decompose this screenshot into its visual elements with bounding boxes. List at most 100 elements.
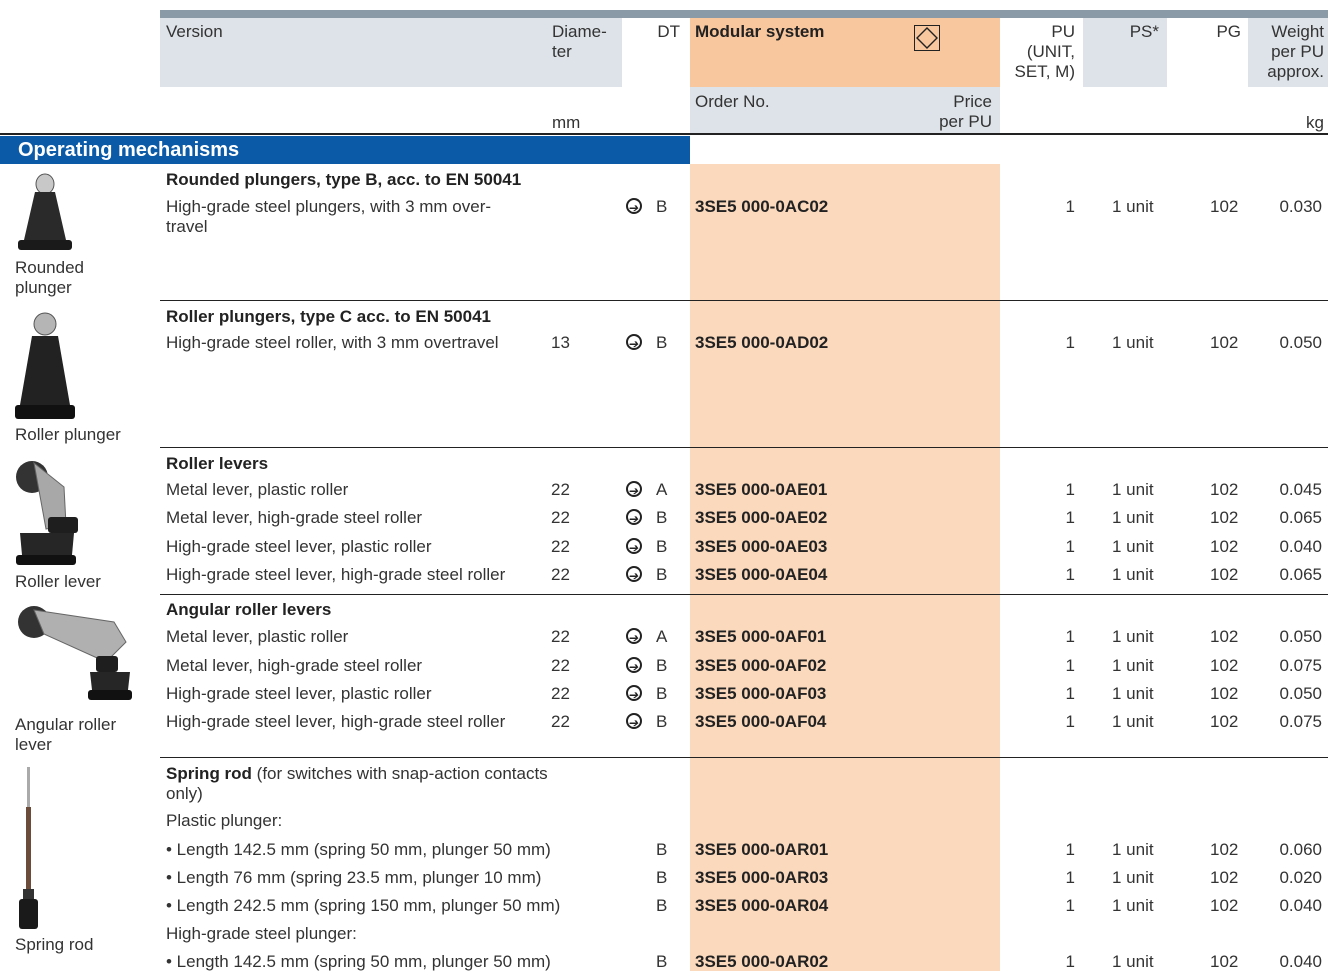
row-pu: 1: [1065, 565, 1075, 584]
row-dt: B: [656, 537, 668, 556]
row-weight: 0.065: [1279, 508, 1322, 527]
row-order-no: 3SE5 000-0AD02: [695, 333, 829, 352]
row-diameter: 22: [551, 656, 570, 675]
row-version: High-grade steel lever, high-grade steel…: [166, 712, 506, 731]
row-pu: 1: [1065, 508, 1075, 527]
modular-system-icon: [914, 25, 940, 51]
row-pu: 1: [1065, 537, 1075, 556]
row-order-no: 3SE5 000-0AF03: [695, 684, 827, 703]
table-row: Metal lever, plastic roller 22 A 3SE5 00…: [0, 625, 1328, 650]
row-pu: 1: [1065, 712, 1075, 731]
row-ps: 1 unit: [1112, 333, 1154, 352]
row-weight: 0.060: [1279, 840, 1322, 859]
row-order-no: 3SE5 000-0AR04: [695, 896, 829, 915]
header-top-rule: [160, 10, 1328, 18]
section-bar: Operating mechanisms: [0, 136, 690, 164]
table-row: • Length 142.5 mm (spring 50 mm, plunger…: [0, 950, 1328, 974]
row-weight: 0.075: [1279, 656, 1322, 675]
row-pu: 1: [1065, 868, 1075, 887]
arrow-icon: [626, 535, 642, 560]
row-pu: 1: [1065, 656, 1075, 675]
arrow-icon: [626, 563, 642, 588]
row-pu: 1: [1065, 684, 1075, 703]
row-version: Metal lever, high-grade steel roller: [166, 508, 423, 527]
row-dt: A: [656, 480, 668, 499]
row-order-no: 3SE5 000-0AE04: [695, 565, 828, 584]
header-weight: Weight per PU approx.: [1267, 22, 1324, 81]
row-order-no: 3SE5 000-0AF01: [695, 627, 827, 646]
row-diameter: 22: [551, 480, 570, 499]
row-ps: 1 unit: [1112, 480, 1154, 499]
row-dt: B: [656, 840, 668, 859]
spring-sub-steel: High-grade steel plunger:: [166, 924, 357, 943]
row-pg: 102: [1210, 508, 1239, 527]
table-row: Metal lever, high-grade steel roller 22 …: [0, 506, 1328, 531]
header-pg: PG: [1216, 22, 1241, 41]
row-pu: 1: [1065, 480, 1075, 499]
row-ps: 1 unit: [1112, 684, 1154, 703]
row-weight: 0.065: [1279, 565, 1322, 584]
arrow-icon: [626, 654, 642, 679]
row-pg: 102: [1210, 627, 1239, 646]
row-diameter: 22: [551, 537, 570, 556]
group-title-roller-plunger: Roller plungers, type C acc. to EN 50041: [166, 307, 492, 326]
row-dt: B: [656, 656, 668, 675]
row-pg: 102: [1210, 537, 1239, 556]
row-ps: 1 unit: [1112, 840, 1154, 859]
row-ps: 1 unit: [1112, 656, 1154, 675]
row-weight: 0.020: [1279, 868, 1322, 887]
row-diameter: 22: [551, 712, 570, 731]
header-version: Version: [166, 22, 223, 41]
table-row: Metal lever, plastic roller 22 A 3SE5 00…: [0, 478, 1328, 503]
table-row: High-grade steel lever, plastic roller 2…: [0, 535, 1328, 560]
row-pg: 102: [1210, 896, 1239, 915]
header-kg-unit: kg: [1306, 113, 1324, 132]
row-dt: B: [656, 684, 668, 703]
header-mm-unit: mm: [552, 113, 581, 132]
group-title-angular: Angular roller levers: [166, 600, 332, 619]
row-ps: 1 unit: [1112, 537, 1154, 556]
row-weight: 0.050: [1279, 333, 1322, 352]
row-pg: 102: [1210, 480, 1239, 499]
row-order-no: 3SE5 000-0AE02: [695, 508, 828, 527]
row-pu: 1: [1065, 896, 1075, 915]
row-version: High-grade steel roller, with 3 mm overt…: [166, 333, 499, 352]
row-pg: 102: [1210, 840, 1239, 859]
row-dt: B: [656, 333, 668, 352]
row-version: High-grade steel lever, high-grade steel…: [166, 565, 506, 584]
spring-title-suffix: (for switches with snap-action contacts: [251, 764, 548, 783]
row-ps: 1 unit: [1112, 712, 1154, 731]
row-pu: 1: [1065, 840, 1075, 859]
row-weight: 0.050: [1279, 627, 1322, 646]
row-ps: 1 unit: [1112, 197, 1154, 216]
header-order-no: Order No.: [695, 92, 770, 111]
row-ps: 1 unit: [1112, 952, 1154, 971]
caption-rounded-plunger: Rounded plunger: [15, 258, 85, 297]
table-row: High-grade steel lever, high-grade steel…: [0, 710, 1328, 735]
row-version: High-grade steel lever, plastic roller: [166, 684, 432, 703]
row-pu: 1: [1065, 627, 1075, 646]
roller-plunger-image: [15, 312, 75, 419]
row-version: Metal lever, plastic roller: [166, 480, 349, 499]
arrow-icon: [626, 195, 642, 220]
group-separator: [160, 300, 1328, 301]
row-ps: 1 unit: [1112, 508, 1154, 527]
spring-title-line2: only): [166, 784, 203, 803]
arrow-icon: [626, 478, 642, 503]
group-separator: [160, 594, 1328, 595]
section-title: Operating mechanisms: [18, 139, 240, 161]
row-order-no: 3SE5 000-0AE03: [695, 537, 828, 556]
arrow-icon: [626, 625, 642, 650]
table-row: High-grade steel lever, plastic roller 2…: [0, 682, 1328, 707]
row-diameter: 22: [551, 627, 570, 646]
row-pg: 102: [1210, 712, 1239, 731]
arrow-icon: [626, 682, 642, 707]
row-version: High-grade steel lever, plastic roller: [166, 537, 432, 556]
table-row: High-grade steel lever, high-grade steel…: [0, 563, 1328, 588]
group-title-spring: Spring rod (for switches with snap-actio…: [166, 764, 548, 804]
row-pu: 1: [1065, 952, 1075, 971]
spring-title-bold: Spring rod: [166, 764, 252, 783]
row-weight: 0.030: [1279, 197, 1322, 216]
table-row: High-grade steel roller, with 3 mm overt…: [0, 331, 1328, 356]
table-row: • Length 142.5 mm (spring 50 mm, plunger…: [0, 838, 1328, 862]
